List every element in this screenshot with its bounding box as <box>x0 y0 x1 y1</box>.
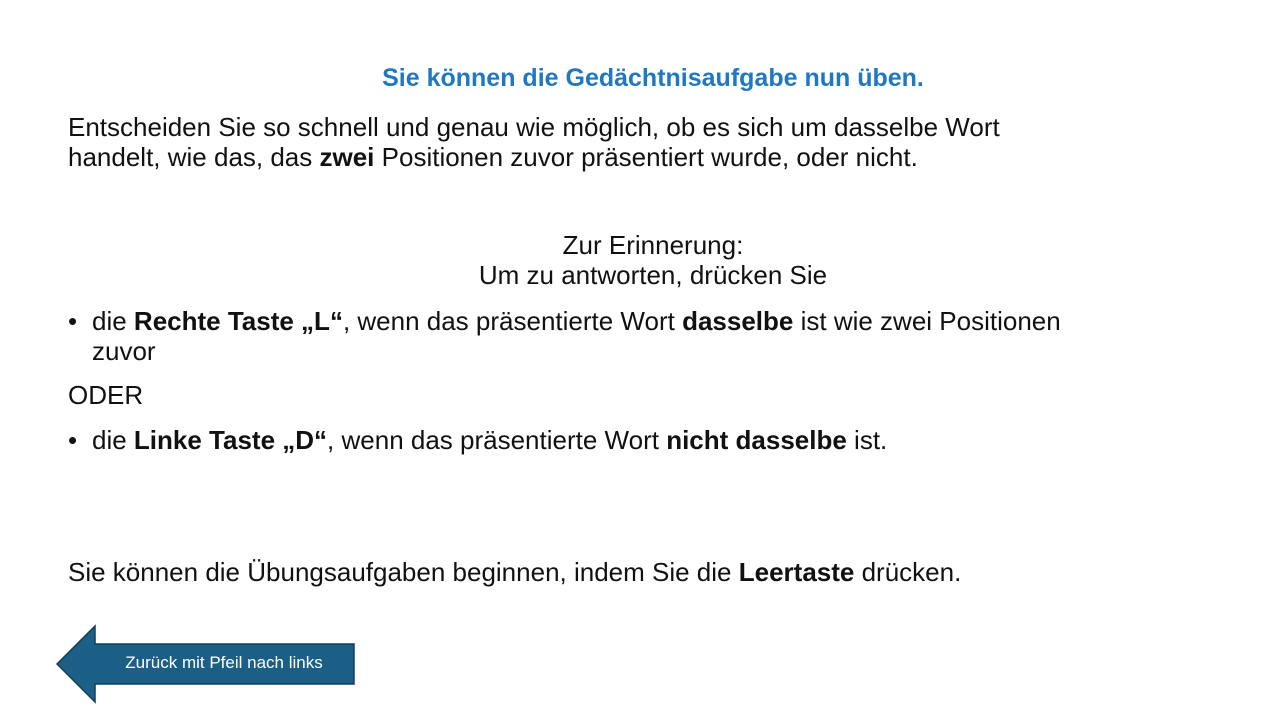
bullet-right-key: die Rechte Taste „L“, wenn das präsentie… <box>92 306 1252 366</box>
bullet-marker-1: • <box>68 306 78 336</box>
left-key-label: Linke Taste „D“ <box>133 425 328 455</box>
instruction-text: Entscheiden Sie so schnell und genau wie… <box>68 112 1248 172</box>
instruction-line-2c: Positionen zuvor präsentiert wurde, oder… <box>374 142 918 172</box>
back-button[interactable]: Zurück mit Pfeil nach links <box>56 624 356 704</box>
instruction-line-1: Entscheiden Sie so schnell und genau wie… <box>68 112 1000 142</box>
bullet1-part-c: , wenn das präsentierte Wort <box>342 306 683 336</box>
not-same-word-emphasis: nicht dasselbe <box>666 425 847 455</box>
right-key-label: Rechte Taste „L“ <box>133 306 343 336</box>
space-key-label: Leertaste <box>738 557 855 587</box>
oder-label: ODER <box>68 380 144 410</box>
page-title: Sie können die Gedächtnisaufgabe nun übe… <box>382 64 924 92</box>
bullet-left-key: die Linke Taste „D“, wenn das präsentier… <box>92 425 1252 455</box>
reminder-subheading: Um zu antworten, drücken Sie <box>478 260 828 290</box>
start-part-c: drücken. <box>854 557 962 587</box>
bullet2-part-a: die <box>92 425 134 455</box>
bullet1-part-a: die <box>92 306 134 336</box>
same-word-emphasis: dasselbe <box>682 306 794 336</box>
back-button-label: Zurück mit Pfeil nach links <box>125 653 323 672</box>
bullet1-part-f: zuvor <box>92 336 156 366</box>
instruction-emphasis-zwei: zwei <box>319 142 375 172</box>
bullet2-part-e: ist. <box>846 425 888 455</box>
reminder-heading: Zur Erinnerung: <box>562 230 744 260</box>
bullet-marker-2: • <box>68 425 78 455</box>
instruction-line-2a: handelt, wie das, das <box>68 142 320 172</box>
bullet1-part-e: ist wie zwei Positionen <box>793 306 1061 336</box>
bullet2-part-c: , wenn das präsentierte Wort <box>327 425 667 455</box>
start-instruction: Sie können die Übungsaufgaben beginnen, … <box>68 557 1248 587</box>
start-part-a: Sie können die Übungsaufgaben beginnen, … <box>68 557 739 587</box>
